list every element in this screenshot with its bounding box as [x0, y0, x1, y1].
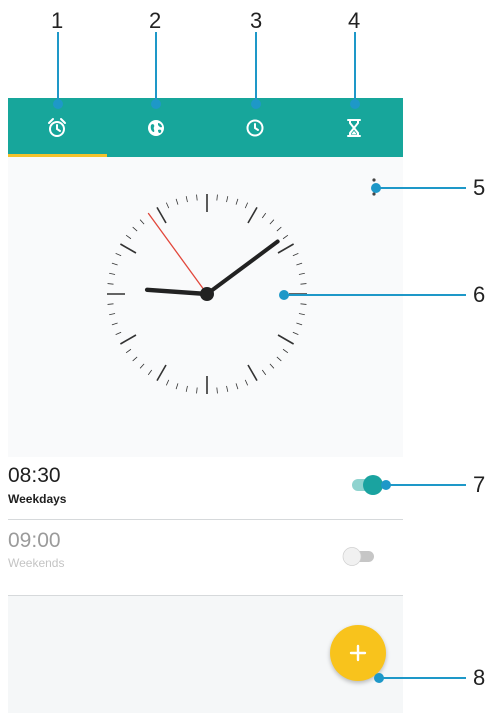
clock-tick	[115, 252, 122, 257]
callout-dot-4	[350, 99, 360, 109]
callout-dot-6	[279, 290, 289, 300]
clock-tick	[139, 363, 145, 369]
alarm-toggle-off[interactable]	[340, 544, 376, 568]
clock-tick	[156, 364, 167, 382]
clock-tick	[147, 369, 153, 376]
callout-leader-3	[255, 32, 257, 104]
clock-tick	[277, 334, 295, 345]
clock-tick	[276, 356, 282, 362]
minute-hand	[205, 239, 280, 296]
clock-tick	[119, 243, 137, 254]
alarm-row[interactable]: 09:00 Weekends	[8, 520, 403, 595]
clock-tick	[107, 283, 114, 285]
clock-tick	[185, 196, 188, 203]
clock-tick	[115, 331, 122, 336]
callout-number-1: 1	[51, 8, 64, 33]
callout-number-4: 4	[348, 8, 361, 33]
alarm-time: 08:30	[8, 464, 61, 487]
clock-tick	[296, 322, 303, 326]
callout-dot-5	[371, 183, 381, 193]
tab-bar	[8, 98, 403, 157]
callout-dot-1	[53, 99, 63, 109]
clock-tick	[175, 383, 179, 390]
alarm-clock-icon	[48, 117, 67, 137]
clock-tick	[226, 385, 229, 392]
clock-tick	[261, 369, 267, 376]
clock-tick	[132, 226, 138, 232]
clock-tick	[296, 262, 303, 266]
clock-tick	[282, 348, 289, 354]
clock-tick	[119, 334, 137, 345]
clock-tick	[216, 194, 218, 201]
callout-leader-4	[354, 32, 356, 104]
callout-number-3: 3	[250, 8, 263, 33]
callout-leader-2	[155, 32, 157, 104]
clock-tick	[125, 234, 132, 240]
callout-leader-6	[283, 294, 466, 296]
clock-tick	[276, 226, 282, 232]
clock-tick	[111, 262, 118, 266]
callout-number-8: 8	[473, 665, 486, 690]
alarm-time: 09:00	[8, 529, 61, 552]
clock-tick	[196, 194, 198, 201]
clock-tick	[269, 363, 275, 369]
clock-tick	[109, 272, 116, 275]
callout-number-7: 7	[473, 472, 486, 497]
clock-tick	[132, 356, 138, 362]
clock-tick	[244, 202, 249, 209]
clock-tick	[298, 272, 305, 275]
alarm-days: Weekdays	[8, 492, 67, 506]
clock-tick	[247, 364, 258, 382]
clock-icon	[246, 119, 264, 136]
alarm-days: Weekends	[8, 556, 65, 570]
callout-dot-2	[151, 99, 161, 109]
clock-tick	[185, 385, 188, 392]
callout-number-6: 6	[473, 282, 486, 307]
clock-tick	[247, 206, 258, 224]
clock-tick	[292, 252, 299, 257]
callout-number-2: 2	[149, 8, 162, 33]
clock-tick	[235, 198, 239, 205]
clock-tick	[107, 303, 114, 305]
clock-tick	[175, 198, 179, 205]
clock-tick	[235, 383, 239, 390]
clock-tick	[300, 283, 307, 285]
clock-tick	[111, 322, 118, 326]
second-hand	[147, 212, 208, 295]
hour-hand	[144, 287, 210, 297]
globe-icon	[148, 119, 165, 136]
clock-tick	[196, 387, 198, 394]
clock-tick	[261, 212, 267, 219]
clock-tick	[156, 206, 167, 224]
clock-tick	[226, 196, 229, 203]
callout-leader-8	[378, 677, 466, 679]
callout-leader-7	[385, 484, 466, 486]
callout-dot-3	[251, 99, 261, 109]
clock-tick	[244, 379, 249, 386]
plus-icon	[349, 644, 367, 662]
clock-center-pin	[200, 287, 214, 301]
clock-tick	[269, 219, 275, 225]
phone-screen: 08:30 Weekdays 09:00 Weekends	[8, 98, 403, 713]
callout-leader-1	[57, 32, 59, 104]
clock-tick	[139, 219, 145, 225]
clock-tick	[125, 348, 132, 354]
callout-leader-5	[374, 187, 466, 189]
clock-tick	[282, 234, 289, 240]
hourglass-icon	[346, 118, 361, 137]
clock-tick	[165, 202, 170, 209]
clock-tick	[292, 331, 299, 336]
callout-dot-8	[374, 673, 384, 683]
clock-area	[8, 157, 403, 457]
clock-tick	[216, 387, 218, 394]
clock-tick	[300, 303, 307, 305]
clock-tick	[109, 313, 116, 316]
alarm-row[interactable]: 08:30 Weekdays	[8, 457, 403, 519]
clock-tick	[298, 313, 305, 316]
callout-number-5: 5	[473, 175, 486, 200]
divider	[8, 595, 403, 596]
callout-dot-7	[381, 480, 391, 490]
clock-tick	[165, 379, 170, 386]
clock-tick	[277, 243, 295, 254]
